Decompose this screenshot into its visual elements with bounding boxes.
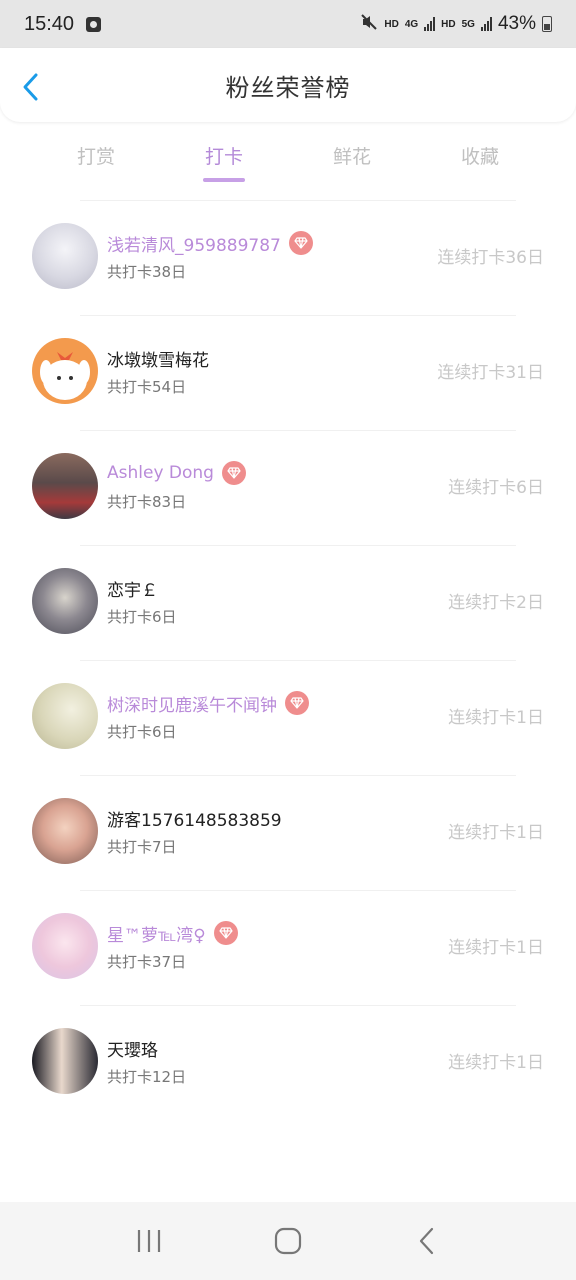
fan-row[interactable]: 冰墩墩雪梅花 共打卡54日 连续打卡31日 bbox=[0, 313, 576, 428]
fan-name: 冰墩墩雪梅花 bbox=[107, 350, 209, 371]
signal-icon-2 bbox=[480, 17, 492, 31]
avatar bbox=[32, 797, 98, 864]
avatar bbox=[32, 452, 98, 519]
network-hd-label: HD bbox=[384, 18, 399, 30]
streak-days: 连续打卡31日 bbox=[437, 363, 544, 383]
tab-label: 收藏 bbox=[460, 146, 499, 168]
streak-days: 连续打卡2日 bbox=[448, 593, 544, 613]
fan-name: 天瓔珞 bbox=[107, 1040, 158, 1061]
status-time: 15:40 bbox=[24, 12, 75, 35]
recent-apps-icon bbox=[138, 1230, 161, 1252]
system-nav-bar bbox=[0, 1202, 576, 1280]
avatar bbox=[32, 1027, 98, 1094]
header: 粉丝荣誉榜 bbox=[0, 48, 576, 122]
avatar bbox=[32, 912, 98, 979]
fan-row[interactable]: 浅若清风_959889787 共打卡38日 连续打卡36日 bbox=[0, 198, 576, 313]
fan-name: 恋宇￡ bbox=[107, 580, 158, 601]
total-checkins: 共打卡7日 bbox=[107, 838, 177, 856]
fan-list: 浅若清风_959889787 共打卡38日 连续打卡36日 冰墩墩雪梅花 共打卡… bbox=[0, 198, 576, 1118]
streak-days: 连续打卡6日 bbox=[448, 478, 544, 498]
battery-percent: 43% bbox=[497, 13, 536, 34]
total-checkins: 共打卡37日 bbox=[107, 953, 187, 971]
signal-icon bbox=[424, 17, 436, 31]
total-checkins: 共打卡54日 bbox=[107, 378, 187, 396]
status-icons: HD 4G HD 5G 43% bbox=[360, 13, 552, 36]
page-title: 粉丝荣誉榜 bbox=[225, 73, 351, 102]
system-back-button[interactable] bbox=[397, 1216, 457, 1266]
diamond-icon bbox=[288, 231, 313, 255]
home-button[interactable] bbox=[258, 1216, 318, 1266]
streak-days: 连续打卡1日 bbox=[448, 823, 544, 843]
fan-row[interactable]: Ashley Dong 共打卡83日 连续打卡6日 bbox=[0, 428, 576, 543]
total-checkins: 共打卡12日 bbox=[107, 1068, 187, 1086]
fan-name: 浅若清风_959889787 bbox=[107, 235, 281, 256]
back-button[interactable] bbox=[20, 72, 44, 102]
fan-name: 游客1576148583859 bbox=[107, 810, 282, 831]
streak-days: 连续打卡1日 bbox=[448, 708, 544, 728]
network-hd-label-2: HD bbox=[441, 18, 456, 30]
avatar bbox=[32, 337, 98, 404]
fan-row[interactable]: 游客1576148583859 共打卡7日 连续打卡1日 bbox=[0, 773, 576, 888]
tab-flowers[interactable]: 鲜花 bbox=[288, 130, 416, 182]
tab-label: 鲜花 bbox=[332, 146, 371, 168]
total-checkins: 共打卡38日 bbox=[107, 263, 187, 281]
chevron-left-icon bbox=[23, 73, 38, 101]
avatar bbox=[32, 567, 98, 634]
battery-icon bbox=[542, 16, 552, 32]
diamond-icon bbox=[221, 461, 246, 485]
fan-name: 星™萝℡湾♀ bbox=[107, 925, 206, 946]
tab-reward[interactable]: 打赏 bbox=[32, 130, 160, 182]
tab-label: 打卡 bbox=[204, 146, 243, 168]
streak-days: 连续打卡36日 bbox=[437, 248, 544, 268]
fan-row[interactable]: 树深时见鹿溪午不闻钟 共打卡6日 连续打卡1日 bbox=[0, 658, 576, 773]
streak-days: 连续打卡1日 bbox=[448, 1053, 544, 1073]
fan-row[interactable]: 星™萝℡湾♀ 共打卡37日 连续打卡1日 bbox=[0, 888, 576, 1003]
fan-row[interactable]: 天瓔珞 共打卡12日 连续打卡1日 bbox=[0, 1003, 576, 1118]
status-bar: 15:40 HD 4G HD 5G 43% bbox=[0, 0, 576, 48]
active-tab-indicator bbox=[203, 178, 245, 182]
back-icon bbox=[419, 1227, 433, 1255]
streak-days: 连续打卡1日 bbox=[448, 938, 544, 958]
fan-name: Ashley Dong bbox=[107, 463, 214, 483]
mute-icon bbox=[360, 13, 378, 36]
total-checkins: 共打卡6日 bbox=[107, 723, 177, 741]
avatar bbox=[32, 682, 98, 749]
tab-label: 打赏 bbox=[76, 146, 115, 168]
tab-checkin[interactable]: 打卡 bbox=[160, 130, 288, 182]
tab-bar: 打赏 打卡 鲜花 收藏 bbox=[0, 130, 576, 182]
network-4g-label: 4G bbox=[404, 18, 419, 30]
fan-name: 树深时见鹿溪午不闻钟 bbox=[107, 695, 277, 716]
recent-apps-button[interactable] bbox=[119, 1216, 179, 1266]
clock-notification-icon bbox=[86, 16, 102, 32]
avatar bbox=[32, 222, 98, 289]
fan-row[interactable]: 恋宇￡ 共打卡6日 连续打卡2日 bbox=[0, 543, 576, 658]
home-icon bbox=[274, 1227, 302, 1255]
total-checkins: 共打卡6日 bbox=[107, 608, 177, 626]
tab-favorites[interactable]: 收藏 bbox=[416, 130, 544, 182]
diamond-icon bbox=[213, 921, 238, 945]
network-5g-label: 5G bbox=[461, 18, 475, 30]
diamond-icon bbox=[285, 691, 309, 715]
total-checkins: 共打卡83日 bbox=[107, 493, 187, 511]
